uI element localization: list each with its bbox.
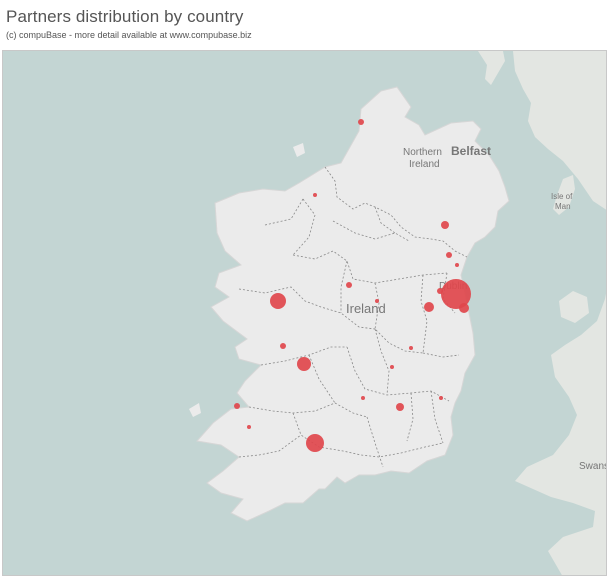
map-canvas[interactable]: Northern Ireland Belfast Ireland Dublin … <box>3 51 607 576</box>
partner-marker[interactable] <box>270 293 286 309</box>
partner-marker[interactable] <box>390 365 394 369</box>
partner-marker[interactable] <box>459 303 469 313</box>
partner-marker[interactable] <box>297 357 311 371</box>
partner-marker[interactable] <box>409 346 413 350</box>
label-northern-ireland: Northern <box>403 147 442 158</box>
partner-marker[interactable] <box>358 119 364 125</box>
partner-marker[interactable] <box>361 396 365 400</box>
partner-marker[interactable] <box>424 302 434 312</box>
label-swansea: Swans <box>579 461 607 472</box>
map-frame[interactable]: Northern Ireland Belfast Ireland Dublin … <box>2 50 607 576</box>
partner-marker[interactable] <box>396 403 404 411</box>
partner-marker[interactable] <box>441 221 449 229</box>
label-isle-of-man: Man <box>555 202 571 211</box>
partner-marker[interactable] <box>234 403 240 409</box>
label-isle-of-man: Isle of <box>551 192 573 201</box>
label-ireland: Ireland <box>346 301 386 316</box>
partner-marker[interactable] <box>306 434 324 452</box>
chart-title: Partners distribution by country <box>6 7 244 26</box>
chart-subtitle: (c) compuBase - more detail available at… <box>6 30 252 40</box>
partner-marker[interactable] <box>375 299 379 303</box>
partner-marker[interactable] <box>455 263 459 267</box>
partner-marker[interactable] <box>439 396 443 400</box>
header: Partners distribution by country (c) com… <box>6 6 252 41</box>
partner-marker[interactable] <box>346 282 352 288</box>
label-belfast: Belfast <box>451 144 491 158</box>
partner-marker[interactable] <box>280 343 286 349</box>
label-northern-ireland: Ireland <box>409 159 440 170</box>
partner-marker[interactable] <box>247 425 251 429</box>
partner-marker[interactable] <box>446 252 452 258</box>
partner-marker[interactable] <box>313 193 317 197</box>
